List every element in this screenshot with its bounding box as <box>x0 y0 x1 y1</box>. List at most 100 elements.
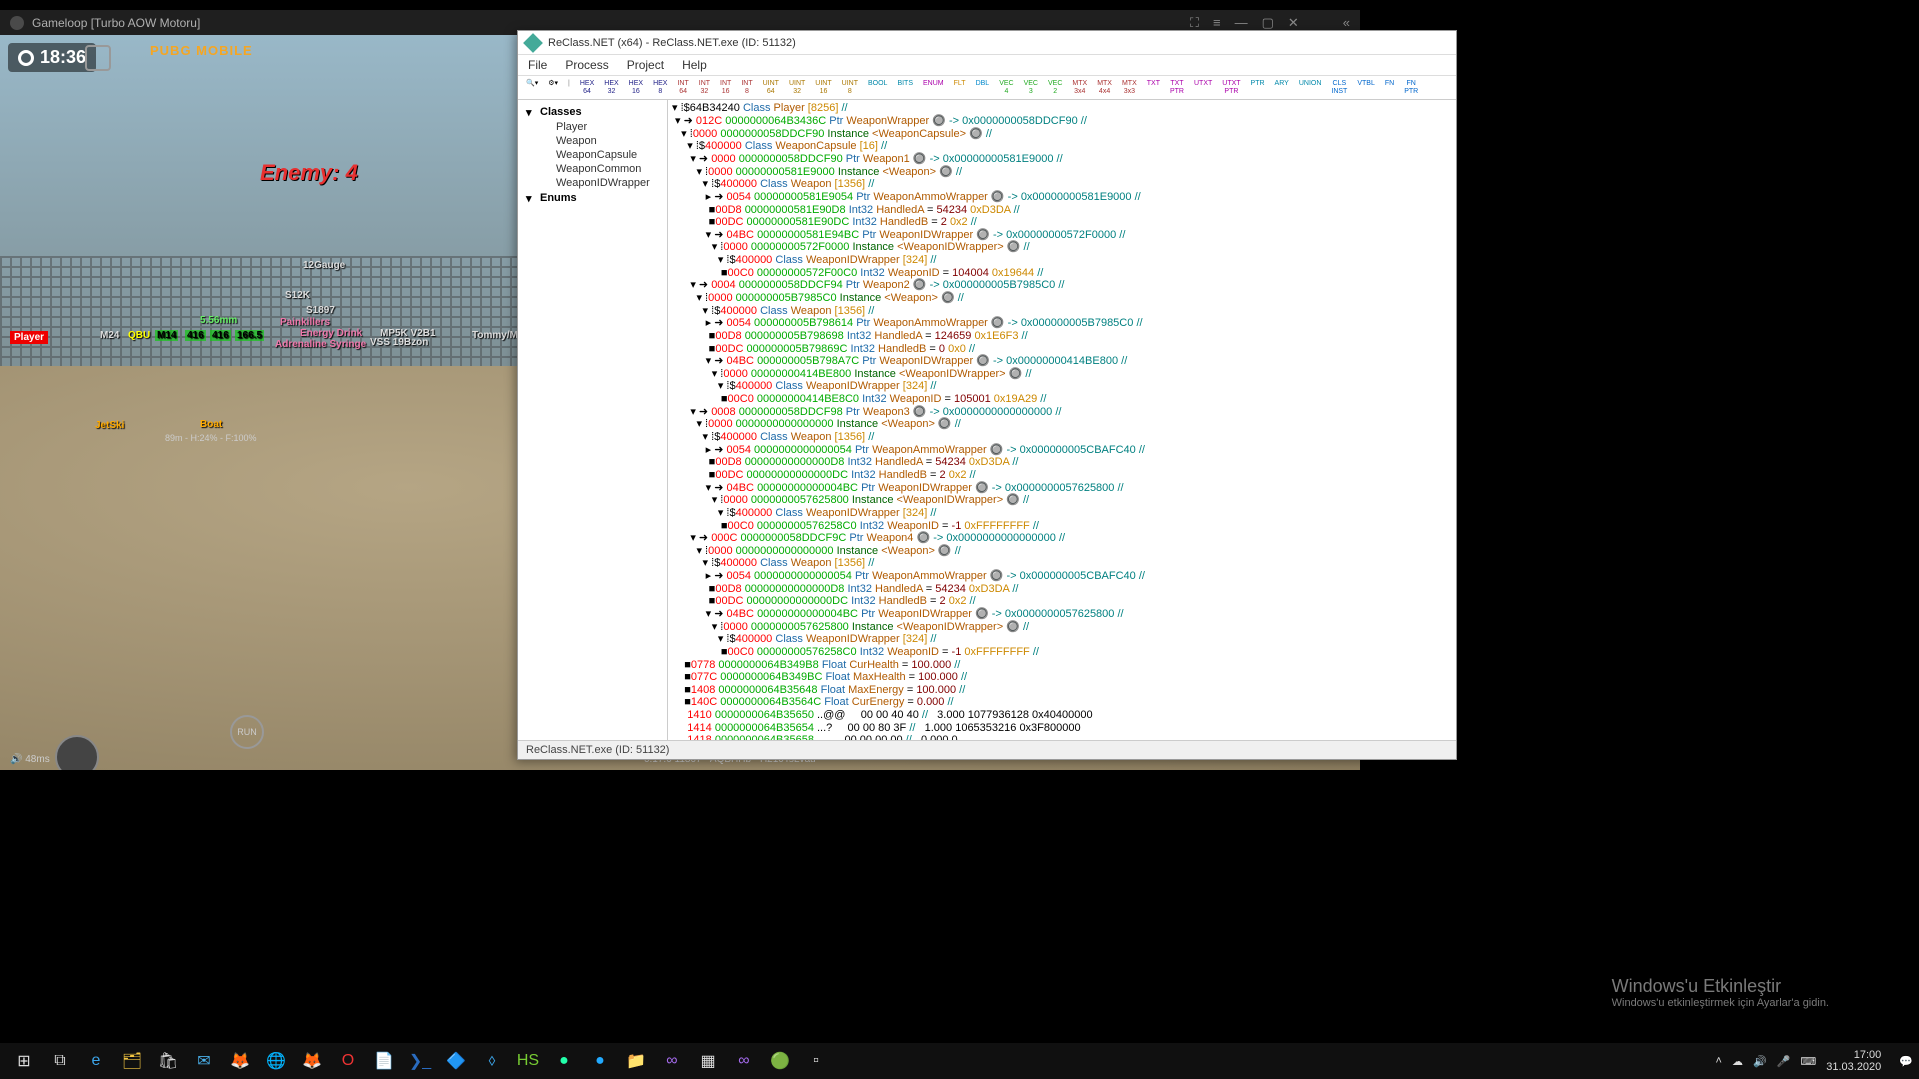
toolbar-enum[interactable]: ENUM <box>919 78 948 97</box>
class-tree[interactable]: Classes PlayerWeaponWeaponCapsuleWeaponC… <box>518 100 668 740</box>
toolbar-mtx-3x4[interactable]: MTX3x4 <box>1068 78 1091 97</box>
firefox-icon[interactable]: 🦊 <box>226 1047 254 1075</box>
app-icon-2[interactable]: HS <box>514 1047 542 1075</box>
toolbar-ptr[interactable]: PTR <box>1247 78 1269 97</box>
toolbar-mtx-3x3[interactable]: MTX3x3 <box>1118 78 1141 97</box>
menu-process[interactable]: Process <box>565 58 608 72</box>
toolbar-int-8[interactable]: INT8 <box>737 78 756 97</box>
toolbar-vec-3[interactable]: VEC3 <box>1020 78 1042 97</box>
memory-row[interactable]: ■077C 0000000064B349BC Float MaxHealth =… <box>672 671 1452 684</box>
memory-row[interactable]: ▾ ➜ 0008 0000000058DDCF98 Ptr Weapon3 🔘 … <box>672 406 1452 419</box>
memory-row[interactable]: ▾ ⁞0000 00000000572F0000 Instance <Weapo… <box>672 241 1452 254</box>
start-button[interactable]: ⊞ <box>10 1047 38 1075</box>
toolbar-uint-64[interactable]: UINT64 <box>759 78 783 97</box>
toolbar-utxt-ptr[interactable]: UTXTPTR <box>1218 78 1244 97</box>
memory-row[interactable]: ■00DC 000000005B79869C Int32 HandledB = … <box>672 343 1452 356</box>
toolbar-bits[interactable]: BITS <box>893 78 917 97</box>
edge-icon[interactable]: e <box>82 1047 110 1075</box>
task-view-icon[interactable]: ⧉ <box>46 1047 74 1075</box>
memory-row[interactable]: ▸ ➜ 0054 000000005B798614 Ptr WeaponAmmo… <box>672 317 1452 330</box>
memory-row[interactable]: ▾ ➜ 0004 0000000058DDCF94 Ptr Weapon2 🔘 … <box>672 279 1452 292</box>
tree-item-player[interactable]: Player <box>522 120 663 134</box>
toolbar-bool[interactable]: BOOL <box>864 78 891 97</box>
memory-row[interactable]: ▾ ⁞0000 0000000058DDCF90 Instance <Weapo… <box>672 128 1452 141</box>
toolbar-txt[interactable]: TXT <box>1143 78 1164 97</box>
app-icon-3[interactable]: ● <box>550 1047 578 1075</box>
memory-row[interactable]: ▾ ⁞0000 00000000414BE800 Instance <Weapo… <box>672 368 1452 381</box>
memory-row[interactable]: ▾ ⁞$400000 Class Weapon [1356] // <box>672 178 1452 191</box>
memory-row[interactable]: ▾ ⁞$400000 Class Weapon [1356] // <box>672 557 1452 570</box>
menu-icon[interactable]: ≡ <box>1213 15 1221 31</box>
toolbar-vec-2[interactable]: VEC2 <box>1044 78 1066 97</box>
memory-row[interactable]: ▾ ⁞0000 0000000000000000 Instance <Weapo… <box>672 545 1452 558</box>
memory-row[interactable]: ▾ ⁞0000 0000000057625800 Instance <Weapo… <box>672 494 1452 507</box>
tray-clock[interactable]: 17:0031.03.2020 <box>1826 1049 1889 1073</box>
app-icon-4[interactable]: ● <box>586 1047 614 1075</box>
close-icon[interactable]: ✕ <box>1288 15 1299 31</box>
tray-mic-icon[interactable]: 🎤 <box>1777 1055 1791 1068</box>
memory-row[interactable]: ▾ ➜ 000C 0000000058DDCF9C Ptr Weapon4 🔘 … <box>672 532 1452 545</box>
memory-row[interactable]: ▸ ➜ 0054 0000000000000054 Ptr WeaponAmmo… <box>672 570 1452 583</box>
memory-row[interactable]: ▾ ⁞$400000 Class Weapon [1356] // <box>672 305 1452 318</box>
toolbar-txt-ptr[interactable]: TXTPTR <box>1166 78 1188 97</box>
vscode-icon[interactable]: ⬨ <box>478 1047 506 1075</box>
memory-row[interactable]: ▾ ➜ 04BC 00000000581E94BC Ptr WeaponIDWr… <box>672 229 1452 242</box>
tree-item-weaponcommon[interactable]: WeaponCommon <box>522 162 663 176</box>
toolbar-dbl[interactable]: DBL <box>972 78 994 97</box>
tree-item-weaponcapsule[interactable]: WeaponCapsule <box>522 148 663 162</box>
minimize-icon[interactable]: — <box>1235 15 1248 31</box>
sidebar-toggle-icon[interactable]: « <box>1343 15 1350 31</box>
opera-icon[interactable]: O <box>334 1047 362 1075</box>
memory-row[interactable]: 1410 0000000064B35650 ..@@ 00 00 40 40 /… <box>672 709 1452 722</box>
memory-row[interactable]: ▾ ➜ 04BC 000000005B798A7C Ptr WeaponIDWr… <box>672 355 1452 368</box>
memory-row[interactable]: 1414 0000000064B35654 ...? 00 00 80 3F /… <box>672 722 1452 735</box>
tree-enums-header[interactable]: Enums <box>522 190 663 206</box>
memory-row[interactable]: ■00D8 00000000000000D8 Int32 HandledA = … <box>672 583 1452 596</box>
memory-row[interactable]: ■00DC 00000000581E90DC Int32 HandledB = … <box>672 216 1452 229</box>
memory-row[interactable]: ■00D8 00000000581E90D8 Int32 HandledA = … <box>672 204 1452 217</box>
memory-row[interactable]: ▾ ⁞$400000 Class WeaponIDWrapper [324] /… <box>672 380 1452 393</box>
tree-item-weapon[interactable]: Weapon <box>522 134 663 148</box>
memory-row[interactable]: ■00D8 00000000000000D8 Int32 HandledA = … <box>672 456 1452 469</box>
memory-row[interactable]: ▾ ⁞$400000 Class Weapon [1356] // <box>672 431 1452 444</box>
memory-row[interactable]: ■00C0 00000000414BE8C0 Int32 WeaponID = … <box>672 393 1452 406</box>
reclass-titlebar[interactable]: ReClass.NET (x64) - ReClass.NET.exe (ID:… <box>518 31 1456 55</box>
memory-row[interactable]: ■00C0 00000000576258C0 Int32 WeaponID = … <box>672 520 1452 533</box>
memory-view[interactable]: ▾ ⁞$64B34240 Class Player [8256] // ▾ ➜ … <box>668 100 1456 740</box>
toolbar-vec-4[interactable]: VEC4 <box>995 78 1017 97</box>
memory-row[interactable]: ▾ ⁞0000 00000000581E9000 Instance <Weapo… <box>672 166 1452 179</box>
memory-row[interactable]: ■00DC 00000000000000DC Int32 HandledB = … <box>672 595 1452 608</box>
toolbar-int-64[interactable]: INT64 <box>673 78 692 97</box>
toolbar-vtbl[interactable]: VTBL <box>1353 78 1379 97</box>
memory-row[interactable]: ▾ ⁞0000 000000005B7985C0 Instance <Weapo… <box>672 292 1452 305</box>
search-icon[interactable]: 🔍▾ <box>522 78 542 97</box>
exit-button-icon[interactable] <box>85 45 111 71</box>
toolbar-cls-inst[interactable]: CLSINST <box>1327 78 1351 97</box>
toolbar-uint-32[interactable]: UINT32 <box>785 78 809 97</box>
menu-file[interactable]: File <box>528 58 547 72</box>
memory-row[interactable]: ■0778 0000000064B349B8 Float CurHealth =… <box>672 659 1452 672</box>
toolbar-union[interactable]: UNION <box>1295 78 1326 97</box>
toolbar-hex-32[interactable]: HEX32 <box>600 78 622 97</box>
mail-icon[interactable]: ✉ <box>190 1047 218 1075</box>
memory-row[interactable]: ▾ ➜ 012C 0000000064B3436C Ptr WeaponWrap… <box>672 115 1452 128</box>
toolbar-hex-64[interactable]: HEX64 <box>576 78 598 97</box>
memory-row[interactable]: ■00C0 00000000576258C0 Int32 WeaponID = … <box>672 646 1452 659</box>
memory-row[interactable]: ■140C 0000000064B3564C Float CurEnergy =… <box>672 696 1452 709</box>
toolbar-utxt[interactable]: UTXT <box>1190 78 1216 97</box>
memory-row[interactable]: ■1408 0000000064B35648 Float MaxEnergy =… <box>672 684 1452 697</box>
memory-row[interactable]: ■00DC 00000000000000DC Int32 HandledB = … <box>672 469 1452 482</box>
memory-row[interactable]: ▾ ⁞$400000 Class WeaponIDWrapper [324] /… <box>672 507 1452 520</box>
tree-classes-header[interactable]: Classes <box>522 104 663 120</box>
memory-row[interactable]: ▾ ➜ 04BC 00000000000004BC Ptr WeaponIDWr… <box>672 482 1452 495</box>
toolbar-fn[interactable]: FN <box>1381 78 1398 97</box>
toolbar-mtx-4x4[interactable]: MTX4x4 <box>1093 78 1116 97</box>
store-icon[interactable]: 🛍 <box>154 1047 182 1075</box>
tray-volume-icon[interactable]: 🔊 <box>1753 1055 1767 1068</box>
powershell-icon[interactable]: ❯_ <box>406 1047 434 1075</box>
memory-row[interactable]: ■00C0 00000000572F00C0 Int32 WeaponID = … <box>672 267 1452 280</box>
app-icon-5[interactable]: 📁 <box>622 1047 650 1075</box>
chrome-icon[interactable]: 🌐 <box>262 1047 290 1075</box>
tree-item-weaponidwrapper[interactable]: WeaponIDWrapper <box>522 176 663 190</box>
maximize-icon[interactable]: ▢ <box>1262 15 1274 31</box>
